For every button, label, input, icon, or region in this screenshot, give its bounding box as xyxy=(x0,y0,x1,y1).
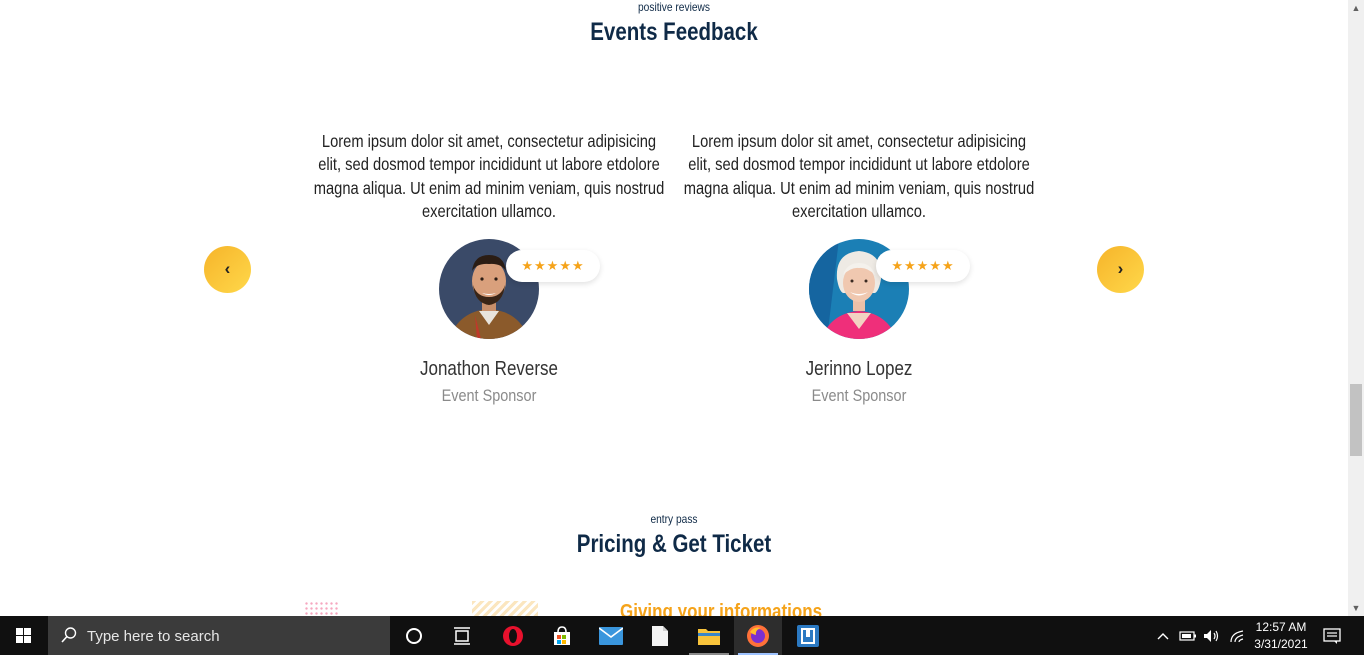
notifications-icon[interactable] xyxy=(1320,616,1344,655)
mail-icon[interactable] xyxy=(587,616,635,655)
star-rating: ★★★★★ xyxy=(506,250,600,282)
clock-time: 12:57 AM xyxy=(1255,620,1307,634)
testimonial-name: Jonathon Reverse xyxy=(420,358,558,380)
pricing-section-title: Pricing & Get Ticket xyxy=(576,530,772,558)
show-hidden-icons-chevron-icon[interactable] xyxy=(1154,616,1172,655)
app-icon[interactable] xyxy=(784,616,832,655)
search-placeholder: Type here to search xyxy=(87,628,220,645)
carousel-prev-button[interactable]: ‹ xyxy=(204,246,251,293)
cortana-icon[interactable] xyxy=(390,616,438,655)
volume-icon[interactable] xyxy=(1201,616,1223,655)
decorative-stripes xyxy=(472,601,538,616)
microsoft-store-icon[interactable] xyxy=(538,616,586,655)
testimonial-name: Jerinno Lopez xyxy=(805,358,913,380)
pricing-kicker: entry pass xyxy=(650,512,698,526)
windows-taskbar: Type here to search 12:57 AM 3/31/2021 xyxy=(0,616,1364,655)
feedback-kicker: positive reviews xyxy=(637,0,710,14)
scroll-up-arrow-icon[interactable]: ▲ xyxy=(1348,0,1364,16)
vertical-scrollbar[interactable]: ▲ ▼ xyxy=(1348,0,1364,616)
windows-logo-icon xyxy=(16,628,31,643)
file-explorer-icon[interactable] xyxy=(685,616,733,655)
document-icon[interactable] xyxy=(636,616,684,655)
carousel-next-button[interactable]: › xyxy=(1097,246,1144,293)
testimonial-quote: Lorem ipsum dolor sit amet, consectetur … xyxy=(683,131,1035,221)
battery-icon[interactable] xyxy=(1177,616,1199,655)
clock-date: 3/31/2021 xyxy=(1254,637,1308,651)
testimonial-quote: Lorem ipsum dolor sit amet, consectetur … xyxy=(313,131,665,221)
task-view-icon[interactable] xyxy=(438,616,486,655)
browser-viewport: positive reviews Events Feedback ‹ › Lor… xyxy=(0,0,1348,616)
opera-icon[interactable] xyxy=(489,616,537,655)
scroll-down-arrow-icon[interactable]: ▼ xyxy=(1348,600,1364,616)
testimonial-card: Lorem ipsum dolor sit amet, consectetur … xyxy=(309,130,669,405)
scroll-thumb[interactable] xyxy=(1350,384,1362,456)
wifi-icon[interactable] xyxy=(1226,616,1248,655)
system-clock[interactable]: 12:57 AM 3/31/2021 xyxy=(1246,619,1316,653)
decorative-dots xyxy=(304,601,340,616)
taskbar-search-box[interactable]: Type here to search xyxy=(48,616,390,655)
firefox-icon[interactable] xyxy=(734,616,782,655)
star-rating: ★★★★★ xyxy=(876,250,970,282)
testimonial-role: Event Sponsor xyxy=(441,386,537,405)
info-heading: Giving your informations xyxy=(620,601,823,616)
search-icon xyxy=(61,627,77,643)
start-button[interactable] xyxy=(0,616,47,655)
testimonial-card: Lorem ipsum dolor sit amet, consectetur … xyxy=(679,130,1039,405)
testimonial-role: Event Sponsor xyxy=(811,386,907,405)
feedback-section-title: Events Feedback xyxy=(590,18,758,46)
